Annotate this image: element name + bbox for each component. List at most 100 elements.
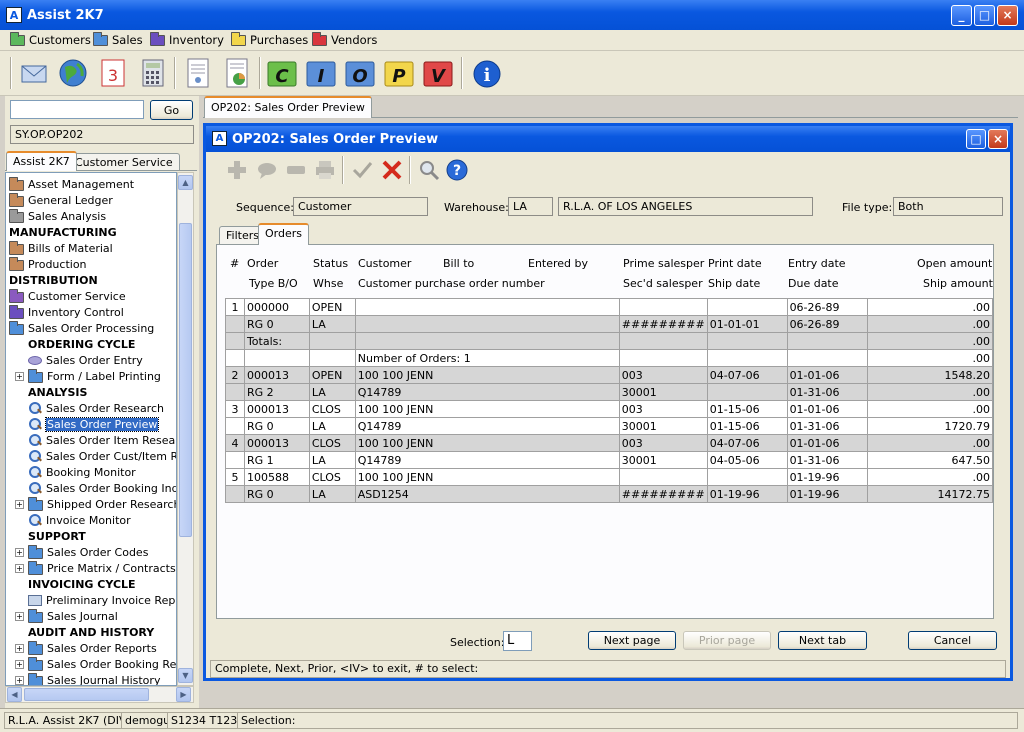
mail-icon[interactable]: [18, 56, 50, 90]
tree-item[interactable]: Asset Management: [9, 176, 134, 192]
menu-sales[interactable]: Sales: [93, 31, 143, 47]
table-row[interactable]: RG 0 LA Q14789 30001 01-15-06 01-31-06 1720.79: [225, 417, 993, 435]
tree-item[interactable]: + Price Matrix / Contracts: [15, 560, 176, 576]
tree-item[interactable]: Production: [9, 256, 87, 272]
tree-item[interactable]: Sales Order Cust/Item Res: [28, 448, 176, 464]
expand-icon[interactable]: +: [15, 547, 24, 557]
next-page-button[interactable]: Next page: [588, 631, 676, 650]
tree-item[interactable]: + Sales Order Booking Repor: [15, 656, 176, 672]
p-icon[interactable]: P: [383, 56, 415, 90]
tree-item-label: Invoice Monitor: [46, 513, 131, 527]
table-row[interactable]: RG 0 LA ASD1254 ######### 01-19-96 01-19-96 14…: [225, 485, 993, 503]
tree-item[interactable]: + Sales Order Codes: [15, 544, 148, 560]
tab-customer-service[interactable]: Customer Service: [68, 153, 180, 171]
dialog-maximize-button[interactable]: □: [966, 129, 986, 149]
maximize-button[interactable]: □: [974, 5, 995, 26]
scroll-right-icon[interactable]: ▶: [176, 687, 191, 702]
tree-item[interactable]: Sales Order Booking Inquir: [28, 480, 176, 496]
warehouse-code-field[interactable]: LA: [508, 197, 553, 216]
tree-item[interactable]: Invoice Monitor: [28, 512, 131, 528]
checkmark-icon[interactable]: [351, 159, 373, 181]
c-icon[interactable]: C: [266, 56, 298, 90]
report-icon[interactable]: [221, 56, 253, 90]
o-icon[interactable]: O: [344, 56, 376, 90]
help-icon[interactable]: ?: [446, 159, 468, 181]
tree-item[interactable]: Sales Order Preview: [28, 416, 160, 432]
add-icon[interactable]: [226, 159, 248, 181]
tab-orders[interactable]: Orders: [258, 223, 309, 245]
scroll-up-icon[interactable]: ▲: [178, 175, 193, 190]
tree-item[interactable]: Sales Analysis: [9, 208, 106, 224]
app-logo-icon: A: [6, 7, 22, 23]
sequence-field[interactable]: Customer: [293, 197, 428, 216]
tree-item[interactable]: Preliminary Invoice Report: [28, 592, 176, 608]
tree-horizontal-scrollbar[interactable]: ◀ ▶: [5, 686, 194, 703]
comment-icon[interactable]: [256, 159, 278, 181]
table-row[interactable]: 3 000013 CLOS 100 100 JENN 003 01-15-06 01-01-…: [225, 400, 993, 418]
calculator-icon[interactable]: [137, 56, 169, 90]
delete-row-icon[interactable]: [285, 159, 307, 181]
minimize-button[interactable]: _: [951, 5, 972, 26]
menu-vendors[interactable]: Vendors: [312, 31, 377, 47]
tree-item[interactable]: Booking Monitor: [28, 464, 136, 480]
tree-item[interactable]: + Sales Journal History: [15, 672, 160, 685]
tree-item[interactable]: + Form / Label Printing: [15, 368, 161, 384]
tab-assist-2k7[interactable]: Assist 2K7: [6, 151, 77, 171]
go-button[interactable]: Go: [150, 100, 193, 120]
calendar-icon[interactable]: 3: [97, 56, 129, 90]
tree-item[interactable]: General Ledger: [9, 192, 113, 208]
print-icon[interactable]: [314, 159, 336, 181]
tree-item[interactable]: + Sales Journal: [15, 608, 118, 624]
menu-search-input[interactable]: [10, 100, 144, 119]
expand-icon[interactable]: +: [15, 563, 24, 573]
tree-scroll-thumb[interactable]: [179, 223, 192, 537]
info-icon[interactable]: i: [471, 56, 503, 90]
expand-icon[interactable]: +: [15, 675, 24, 685]
expand-icon[interactable]: +: [15, 499, 24, 509]
table-cell: 3: [225, 400, 245, 418]
table-row[interactable]: 2 000013 OPEN 100 100 JENN 003 04-07-06 01-01-…: [225, 366, 993, 384]
tree-item[interactable]: Sales Order Processing: [9, 320, 154, 336]
prior-page-button[interactable]: Prior page: [683, 631, 771, 650]
expand-icon[interactable]: +: [15, 371, 24, 381]
next-tab-button[interactable]: Next tab: [778, 631, 867, 650]
tree-item[interactable]: + Shipped Order Researches: [15, 496, 176, 512]
table-row[interactable]: 1 000000 OPEN 06-26-89.00: [225, 298, 993, 316]
file-type-field[interactable]: Both: [893, 197, 1003, 216]
v-icon[interactable]: V: [422, 56, 454, 90]
table-row[interactable]: RG 2 LA Q14789 30001 01-31-06.00: [225, 383, 993, 401]
tree-item[interactable]: Sales Order Item Research: [28, 432, 176, 448]
scroll-down-icon[interactable]: ▼: [178, 668, 193, 683]
cancel-button[interactable]: Cancel: [908, 631, 997, 650]
selection-input[interactable]: L: [503, 631, 532, 651]
dialog-close-button[interactable]: ×: [988, 129, 1008, 149]
search-icon[interactable]: [418, 159, 440, 181]
tree-item[interactable]: Inventory Control: [9, 304, 124, 320]
expand-icon[interactable]: +: [15, 643, 24, 653]
tree-item[interactable]: Customer Service: [9, 288, 126, 304]
tree-item[interactable]: + Sales Order Reports: [15, 640, 157, 656]
i-icon[interactable]: I: [305, 56, 337, 90]
tree-hscroll-thumb[interactable]: [24, 688, 149, 701]
table-row[interactable]: Totals: .00: [225, 332, 993, 350]
expand-icon[interactable]: +: [15, 611, 24, 621]
tree-vertical-scrollbar[interactable]: ▲ ▼: [177, 172, 194, 686]
tab-op202-sales-order-preview[interactable]: OP202: Sales Order Preview: [204, 96, 372, 118]
globe-icon[interactable]: [57, 56, 89, 90]
document-icon[interactable]: [182, 56, 214, 90]
cancel-x-icon[interactable]: [381, 159, 403, 181]
table-row[interactable]: 4 000013 CLOS 100 100 JENN 003 04-07-06 01-01-…: [225, 434, 993, 452]
table-row[interactable]: 5 100588 CLOS 100 100 JENN 01-19-96.00: [225, 468, 993, 486]
table-row[interactable]: RG 1 LA Q14789 30001 04-05-06 01-31-06 647.50: [225, 451, 993, 469]
tree-item[interactable]: Sales Order Research: [28, 400, 164, 416]
table-row[interactable]: RG 0 LA ######### 01-01-01 06-26-89.00: [225, 315, 993, 333]
menu-customers[interactable]: Customers: [10, 31, 91, 47]
table-row[interactable]: Number of Orders: 1 .00: [225, 349, 993, 367]
menu-inventory[interactable]: Inventory: [150, 31, 224, 47]
expand-icon[interactable]: +: [15, 659, 24, 669]
menu-purchases[interactable]: Purchases: [231, 31, 308, 47]
close-button[interactable]: ×: [997, 5, 1018, 26]
tree-item[interactable]: Bills of Material: [9, 240, 113, 256]
scroll-left-icon[interactable]: ◀: [7, 687, 22, 702]
tree-item[interactable]: Sales Order Entry: [28, 352, 143, 368]
